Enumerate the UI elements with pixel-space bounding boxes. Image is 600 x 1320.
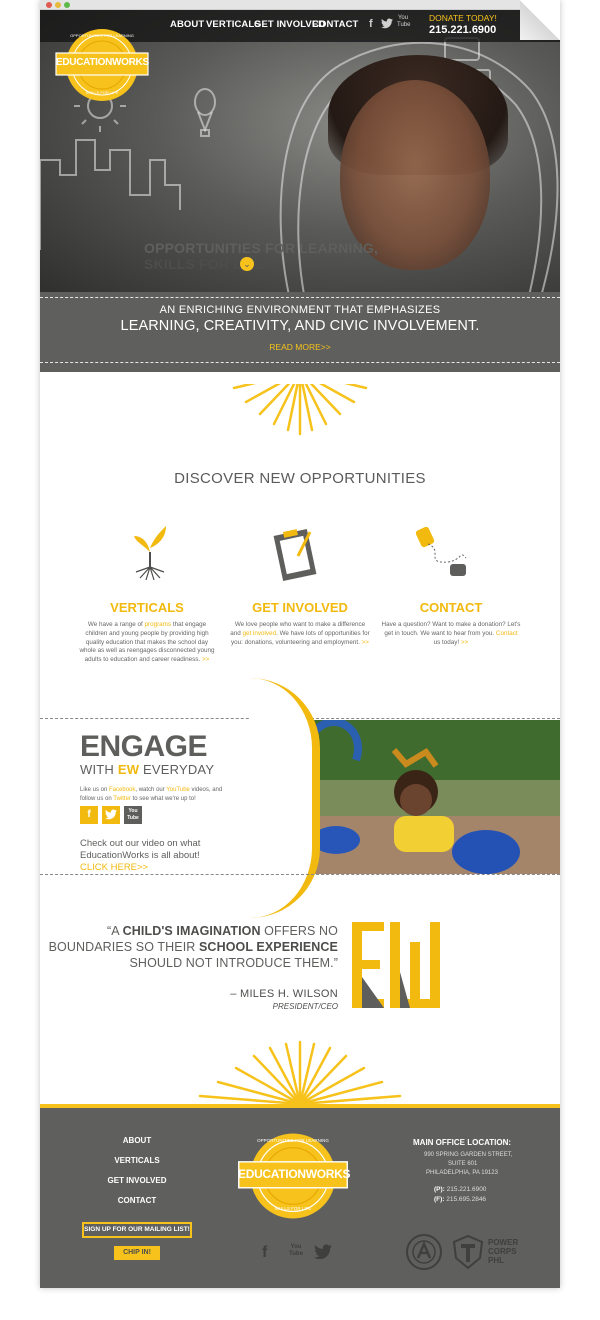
logo-ring-bottom: SKILLS FOR LIFE (85, 90, 119, 95)
americorps-badge-icon[interactable] (406, 1234, 442, 1270)
page-curl (520, 0, 560, 40)
twitter-square-icon[interactable] (102, 806, 120, 824)
mailing-list-button[interactable]: SIGN UP FOR OUR MAILING LIST! (82, 1222, 192, 1238)
sprout-icon (134, 526, 166, 581)
footer-youtube-icon[interactable]: You Tube (288, 1244, 304, 1258)
nav-verticals[interactable]: VERTICALS (206, 19, 261, 30)
contact-title[interactable]: CONTACT (376, 600, 526, 615)
logo-ring-top: OPPORTUNITIES FOR LEARNING (70, 33, 134, 38)
discover-title: DISCOVER NEW OPPORTUNITIES (174, 470, 426, 487)
sunburst-icon (198, 1040, 402, 1104)
dashed-divider (40, 362, 560, 363)
sunburst-icon (200, 372, 400, 436)
logo-ring-bottom: SKILLS FOR LIFE (274, 1206, 312, 1211)
mission-line1: AN ENRICHING ENVIRONMENT THAT EMPHASIZES (159, 304, 441, 316)
logo-ring-top: OPPORTUNITIES FOR LEARNING (257, 1138, 329, 1143)
quote-role: PRESIDENT/CEO (272, 1002, 338, 1011)
get-involved-text: We love people who want to make a differ… (230, 621, 370, 646)
footer-logo[interactable]: OPPORTUNITIES FOR LEARNING EDUCATIONWORK… (236, 1130, 351, 1222)
decorative-arc (250, 678, 320, 918)
address-line1: 990 SPRING GARDEN STREET, (424, 1152, 513, 1158)
quote-author: – MILES H. WILSON (230, 988, 338, 1000)
mission-line2: LEARNING, CREATIVITY, AND CIVIC INVOLVEM… (120, 318, 480, 334)
verticals-text: We have a range of programs that engage … (79, 621, 215, 664)
power-corps-text: POWER CORPS PHL (488, 1238, 519, 1265)
click-here-link[interactable]: CLICK HERE>> (80, 862, 148, 873)
contact-link[interactable]: Contact (496, 630, 518, 637)
nav-about[interactable]: ABOUT (170, 19, 204, 30)
quote-line2: BOUNDARIES SO THEIR SCHOOL EXPERIENCE (48, 940, 338, 954)
footer-get-involved-link[interactable]: GET INVOLVED (92, 1176, 182, 1185)
engage-section: ENGAGE WITH EW EVERYDAY Like us on Faceb… (40, 678, 560, 918)
dashed-divider (40, 874, 560, 875)
footer-contact-link[interactable]: CONTACT (92, 1196, 182, 1205)
browser-window: ABOUT VERTICALS GET INVOLVED CONTACT f Y… (40, 0, 560, 1288)
mission-band: AN ENRICHING ENVIRONMENT THAT EMPHASIZES… (40, 292, 560, 372)
power-corps-badge[interactable]: POWER CORPS PHL (450, 1234, 524, 1272)
chip-in-button[interactable]: CHIP IN! (114, 1246, 160, 1260)
footer-fax: (F): 215.695.2846 (434, 1196, 487, 1203)
hero-tagline-line1: OPPORTUNITIES FOR LEARNING, (144, 240, 379, 256)
chevron-down-icon[interactable]: ⌄ (240, 257, 254, 271)
logo-name: EDUCATIONWORKS (56, 57, 149, 68)
logo-name: EDUCATIONWORKS (238, 1167, 351, 1181)
engage-video-text: Check out our video on what EducationWor… (80, 838, 201, 873)
hero: ABOUT VERTICALS GET INVOLVED CONTACT f Y… (40, 10, 560, 292)
ew-monogram-icon (352, 922, 440, 1008)
header-phone: 215.221.6900 (429, 24, 497, 36)
maximize-dot-icon[interactable] (64, 2, 70, 8)
youtube-icon[interactable]: You Tube (397, 15, 410, 29)
power-corps-shield-icon (452, 1234, 484, 1270)
get-involved-more-link[interactable]: >> (362, 639, 369, 646)
twitter-icon[interactable] (381, 18, 393, 32)
main-office-heading: MAIN OFFICE LOCATION: (413, 1138, 512, 1147)
engage-title: ENGAGE (80, 730, 208, 763)
get-involved-title[interactable]: GET INVOLVED (225, 600, 375, 615)
site-logo[interactable]: OPPORTUNITIES FOR LEARNING EDUCATIONWORK… (54, 26, 150, 104)
address-line3: PHILADELPHIA, PA 19123 (426, 1170, 498, 1176)
nav-contact[interactable]: CONTACT (312, 19, 358, 30)
donate-link[interactable]: DONATE TODAY! (429, 13, 497, 23)
footer-phone: (P): 215.221.6900 (434, 1186, 487, 1193)
minimize-dot-icon[interactable] (55, 2, 61, 8)
verticals-title[interactable]: VERTICALS (72, 600, 222, 615)
page: ABOUT VERTICALS GET INVOLVED CONTACT f Y… (0, 0, 600, 1320)
quote-line3: SHOULD NOT INTRODUCE THEM.” (129, 956, 338, 970)
engage-text: Like us on Facebook, watch our YouTube v… (80, 787, 223, 802)
window-titlebar (40, 0, 560, 10)
youtube-link[interactable]: YouTube (166, 787, 190, 793)
facebook-square-icon[interactable]: f (80, 806, 98, 824)
close-dot-icon[interactable] (46, 2, 52, 8)
twitter-link[interactable]: Twitter (113, 796, 131, 802)
address-line2: SUITE 601 (448, 1161, 478, 1167)
engage-subtitle: WITH EW EVERYDAY (80, 762, 215, 777)
footer-twitter-icon[interactable] (314, 1244, 332, 1265)
youtube-square-icon[interactable]: You Tube (124, 806, 142, 824)
footer-facebook-icon[interactable]: f (262, 1244, 267, 1262)
dashed-divider (40, 297, 560, 298)
facebook-link[interactable]: Facebook (109, 787, 135, 793)
programs-link[interactable]: programs (144, 621, 171, 628)
contact-text: Have a question? Want to make a donation… (381, 621, 521, 646)
footer-about-link[interactable]: ABOUT (92, 1136, 182, 1145)
verticals-more-link[interactable]: >> (202, 656, 209, 663)
clipboard-icon (273, 528, 317, 582)
footer: ABOUT VERTICALS GET INVOLVED CONTACT SIG… (40, 1104, 560, 1288)
get-involved-link[interactable]: get involved (242, 630, 276, 637)
read-more-link[interactable]: READ MORE>> (40, 342, 560, 352)
tin-can-phone-icon (415, 526, 467, 576)
contact-more-link[interactable]: >> (461, 639, 468, 646)
quote-line1: “A CHILD'S IMAGINATION OFFERS NO (107, 924, 338, 938)
facebook-icon[interactable]: f (369, 18, 373, 30)
footer-verticals-link[interactable]: VERTICALS (92, 1156, 182, 1165)
